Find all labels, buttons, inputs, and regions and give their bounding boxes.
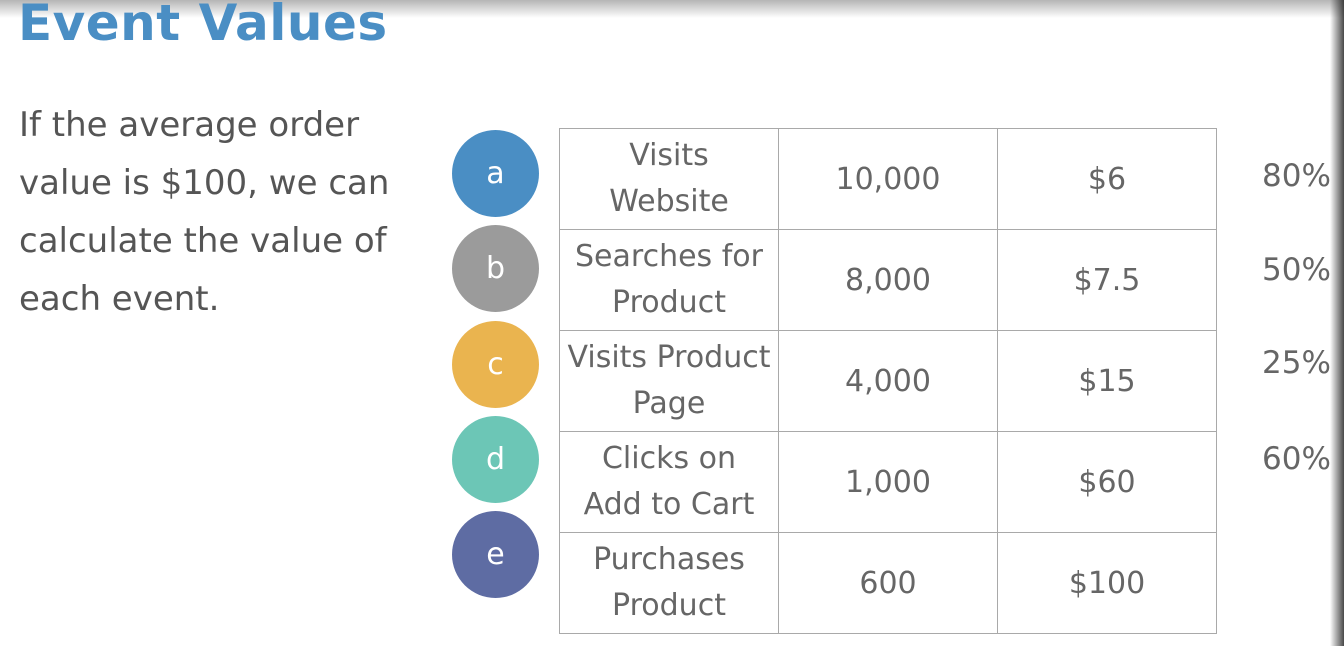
event-name-line: Visits: [629, 138, 709, 173]
table-row: Visits Product Page 4,000 $15: [559, 330, 1217, 432]
event-values-table: Visits Website 10,000 $6 Searches for Pr…: [559, 128, 1217, 634]
event-name-cell: Searches for Product: [559, 229, 779, 331]
event-count-cell: 8,000: [778, 229, 998, 331]
event-value-cell: $60: [997, 431, 1217, 533]
slide-title: Event Values: [18, 0, 388, 52]
event-name-cell: Visits Website: [559, 128, 779, 230]
event-badge-e: e: [452, 511, 539, 598]
event-name-line: Website: [609, 184, 729, 219]
event-count-cell: 10,000: [778, 128, 998, 230]
event-badge-letter: a: [486, 156, 505, 191]
event-badge-letter: e: [486, 537, 505, 572]
right-edge-shadow: [1330, 0, 1344, 646]
event-badge-d: d: [452, 416, 539, 503]
event-count-cell: 600: [778, 532, 998, 634]
conversion-rate-b-c: 50%: [1262, 252, 1331, 288]
event-badge-letter: d: [485, 442, 506, 477]
event-value-cell: $15: [997, 330, 1217, 432]
conversion-rate-c-d: 25%: [1262, 345, 1331, 381]
event-name-line: Clicks on: [601, 441, 737, 476]
intro-line: calculate the value of: [19, 221, 387, 261]
event-name-line: Add to Cart: [583, 487, 755, 522]
event-value-cell: $100: [997, 532, 1217, 634]
table-row: Visits Website 10,000 $6: [559, 128, 1217, 230]
intro-line: value is $100, we can: [19, 163, 390, 203]
event-name-cell: Clicks on Add to Cart: [559, 431, 779, 533]
event-value-cell: $7.5: [997, 229, 1217, 331]
event-name-line: Product: [612, 285, 726, 320]
intro-line: each event.: [19, 279, 220, 319]
table-row: Searches for Product 8,000 $7.5: [559, 229, 1217, 331]
event-badge-letter: b: [485, 251, 506, 286]
event-name-line: Visits Product: [567, 340, 771, 375]
event-name-line: Product: [612, 588, 726, 623]
event-badge-c: c: [452, 321, 539, 408]
table-row: Clicks on Add to Cart 1,000 $60: [559, 431, 1217, 533]
event-name-cell: Purchases Product: [559, 532, 779, 634]
event-name-line: Searches for: [575, 239, 763, 274]
event-name-cell: Visits Product Page: [559, 330, 779, 432]
event-count-cell: 4,000: [778, 330, 998, 432]
event-name-line: Page: [632, 386, 706, 421]
conversion-rate-a-b: 80%: [1262, 158, 1331, 194]
table-row: Purchases Product 600 $100: [559, 532, 1217, 634]
event-badge-letter: c: [487, 347, 504, 382]
event-name-line: Purchases: [593, 542, 745, 577]
intro-line: If the average order: [19, 105, 360, 145]
event-badge-a: a: [452, 130, 539, 217]
event-badge-b: b: [452, 225, 539, 312]
slide: Event Values If the average order value …: [0, 0, 1344, 646]
event-value-cell: $6: [997, 128, 1217, 230]
event-count-cell: 1,000: [778, 431, 998, 533]
conversion-rate-d-e: 60%: [1262, 441, 1331, 477]
intro-text: If the average order value is $100, we c…: [19, 96, 419, 328]
